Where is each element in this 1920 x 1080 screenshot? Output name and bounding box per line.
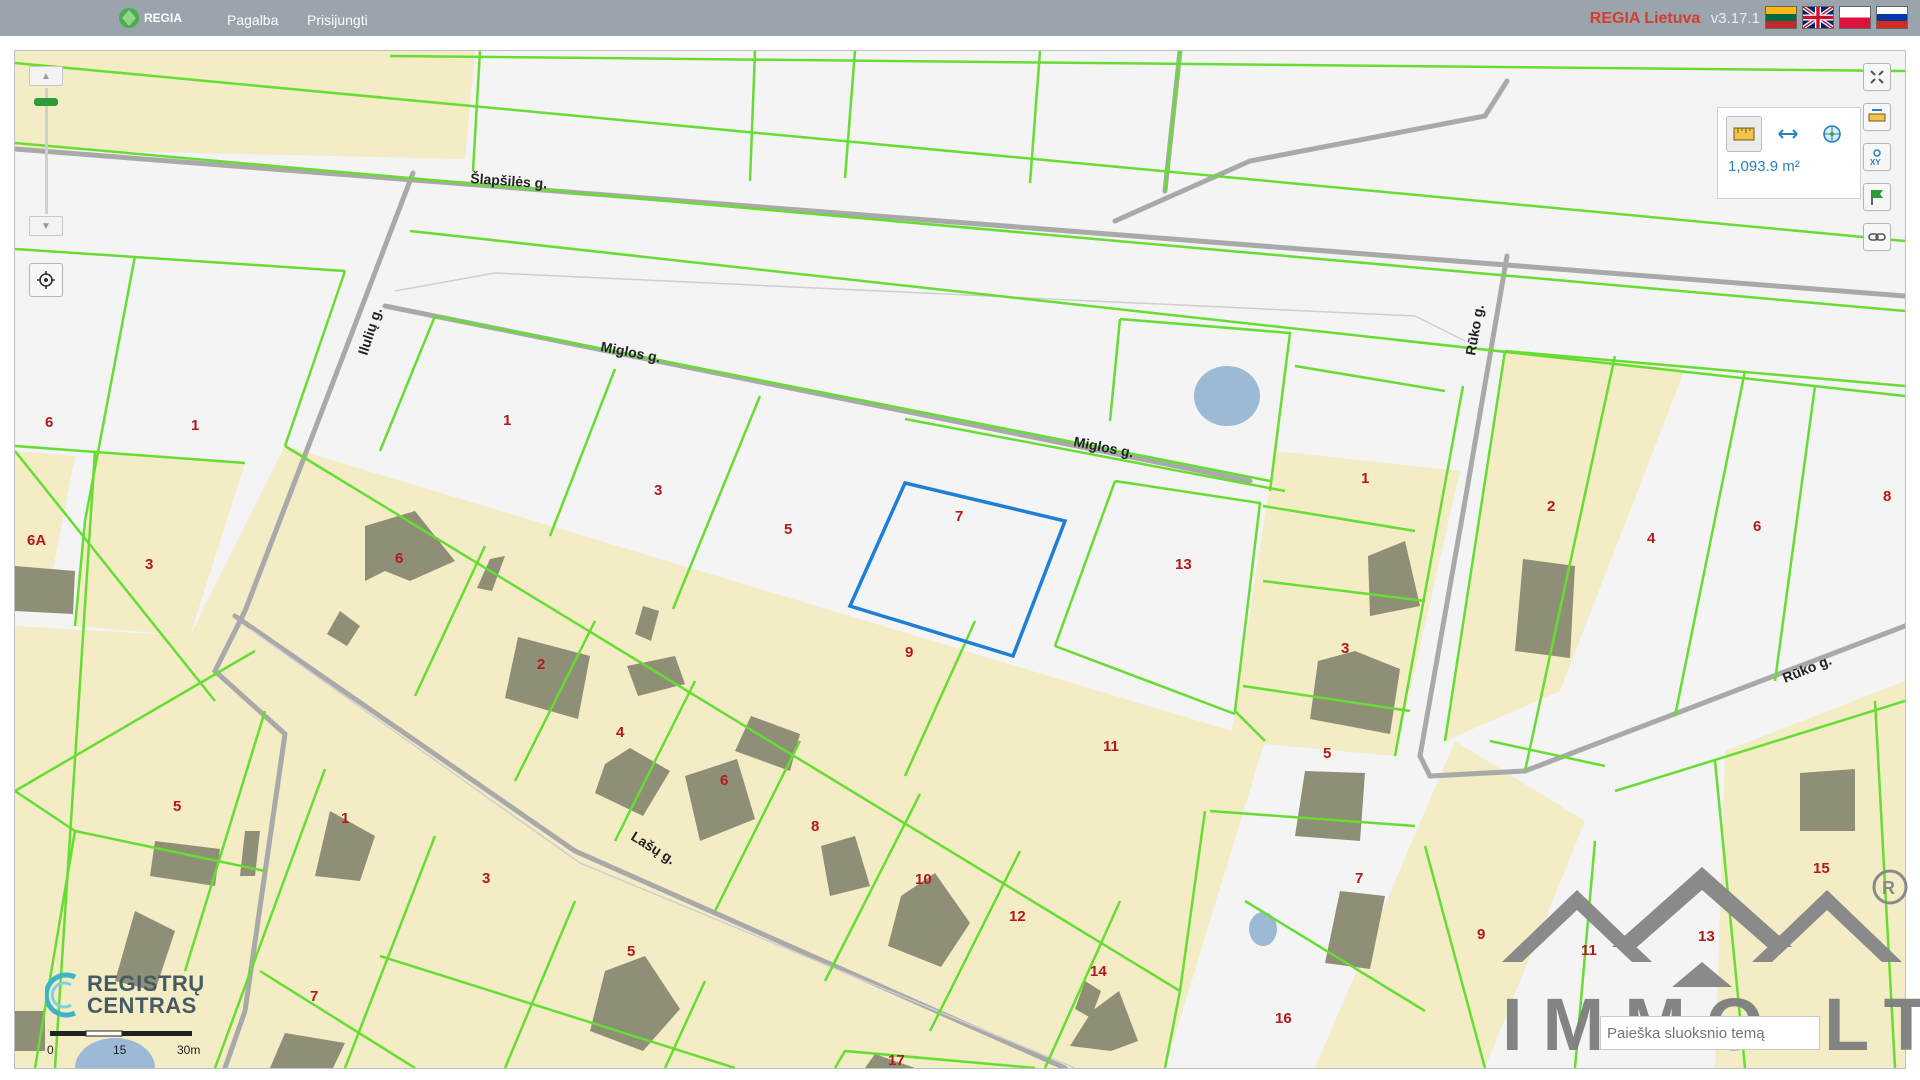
ruler-icon — [1868, 109, 1886, 122]
parcel-label: 11 — [1103, 738, 1119, 755]
parcel-label: 6 — [45, 414, 53, 431]
parcel-label: 3 — [1341, 640, 1349, 657]
login-link[interactable]: Prisijungti — [307, 12, 368, 28]
regia-logo-icon — [119, 8, 139, 28]
layer-search-input[interactable] — [1600, 1016, 1820, 1050]
parcel-label: 7 — [955, 508, 963, 525]
registrų-centras-logo: REGISTRŲ CENTRAS — [45, 971, 205, 1019]
fit-extent-button[interactable] — [1863, 63, 1891, 91]
parcel-label: 4 — [616, 724, 625, 741]
parcel-label: 15 — [1813, 860, 1830, 877]
crosshair-icon — [37, 271, 55, 289]
parcel-label: 14 — [1090, 963, 1107, 980]
parcel-label: 1 — [1361, 470, 1369, 487]
parcel-label: 6 — [395, 550, 403, 567]
flag-icon — [1871, 190, 1883, 205]
parcel-label: 8 — [1883, 488, 1891, 505]
parcel-label: 9 — [1477, 926, 1485, 943]
zoom-control: ▲ ▼ — [29, 66, 63, 236]
svg-text:XY: XY — [1870, 158, 1881, 166]
parcel-label: 13 — [1698, 928, 1715, 945]
area-ruler-icon — [1733, 127, 1755, 141]
parcel-label: 5 — [784, 521, 792, 538]
parcel-label: 3 — [654, 482, 662, 499]
link-icon — [1868, 233, 1886, 241]
app-version: v3.17.1 — [1710, 10, 1760, 27]
parcel-label: 2 — [1547, 498, 1555, 515]
parcel-label: 10 — [915, 871, 932, 888]
scale-tick: 0 — [47, 1043, 54, 1057]
coordinates-button[interactable]: XY — [1863, 143, 1891, 171]
link-button[interactable] — [1863, 223, 1891, 251]
parcel-label: 3 — [482, 870, 490, 887]
measured-area: 1,093.9 m² — [1728, 158, 1800, 175]
measure-point-tool[interactable] — [1814, 116, 1850, 152]
ru-flag-icon[interactable] — [1876, 6, 1908, 29]
parcel-label: 4 — [1647, 530, 1656, 547]
parcel-label: 5 — [1323, 745, 1331, 762]
uk-flag-icon[interactable] — [1802, 6, 1834, 29]
parcel-label: 6A — [27, 532, 46, 549]
parcel-label: 13 — [1175, 556, 1192, 573]
parcel-label: 7 — [1355, 870, 1363, 887]
parcel-label: 1 — [191, 417, 199, 434]
parcel-label: 1 — [341, 810, 349, 827]
parcel-label: 2 — [537, 656, 545, 673]
parcel-label: 5 — [627, 943, 635, 960]
scale-bar: 0 15 30m — [45, 1029, 200, 1059]
xy-icon: XY — [1870, 149, 1881, 166]
parcel-label: 5 — [173, 798, 181, 815]
locate-button[interactable] — [29, 263, 63, 297]
distance-icon — [1778, 129, 1798, 139]
rc-logo-line1: REGISTRŲ — [87, 971, 205, 996]
scale-tick: 15 — [113, 1043, 127, 1057]
flag-marker-button[interactable] — [1863, 183, 1891, 211]
parcel-label: 7 — [310, 988, 318, 1005]
pl-flag-icon[interactable] — [1839, 6, 1871, 29]
measure-area-tool[interactable] — [1726, 116, 1762, 152]
zoom-out-button[interactable]: ▼ — [29, 216, 63, 236]
collapse-icon — [1870, 70, 1884, 84]
parcel-label: 16 — [1275, 1010, 1292, 1027]
zoom-track[interactable] — [45, 88, 48, 214]
regia-logo[interactable]: REGIA — [118, 6, 182, 30]
scale-bar-graphic — [50, 1030, 192, 1037]
parcel-label: 6 — [720, 772, 728, 789]
parcel-label: 1 — [503, 412, 511, 429]
parcel-label: 8 — [811, 818, 819, 835]
parcel-label: 3 — [145, 556, 153, 573]
scale-tick: 30m — [177, 1043, 201, 1057]
rc-logo-icon — [45, 972, 77, 1018]
map-frame[interactable]: Šlapšilės g. Miglos g. Miglos g. Rūko g.… — [14, 50, 1906, 1069]
language-switcher — [1765, 6, 1908, 29]
rc-logo-line2: CENTRAS — [87, 993, 197, 1018]
parcel-label: 12 — [1009, 908, 1026, 925]
help-link[interactable]: Pagalba — [227, 12, 278, 28]
top-bar: REGIA Pagalba Prisijungti REGIA Lietuva … — [0, 0, 1920, 36]
regia-logo-text: REGIA — [144, 11, 183, 25]
parcel-label: 11 — [1581, 942, 1597, 959]
measure-panel: 1,093.9 m² — [1717, 107, 1861, 199]
brand-title: REGIA Lietuva v3.17.1 — [1590, 10, 1760, 28]
measure-toggle-button[interactable] — [1863, 103, 1891, 131]
parcel-label: 9 — [905, 644, 913, 661]
lt-flag-icon[interactable] — [1765, 6, 1797, 29]
globe-icon — [1823, 125, 1841, 143]
parcel-label: 17 — [888, 1052, 905, 1068]
zoom-slider-handle[interactable] — [34, 98, 58, 106]
cadastral-map[interactable]: Šlapšilės g. Miglos g. Miglos g. Rūko g.… — [15, 51, 1905, 1068]
measure-distance-tool[interactable] — [1770, 116, 1806, 152]
right-toolbar: XY — [1863, 63, 1895, 263]
brand-name: REGIA Lietuva — [1589, 10, 1701, 27]
parcel-label: 6 — [1753, 518, 1761, 535]
zoom-in-button[interactable]: ▲ — [29, 66, 63, 86]
